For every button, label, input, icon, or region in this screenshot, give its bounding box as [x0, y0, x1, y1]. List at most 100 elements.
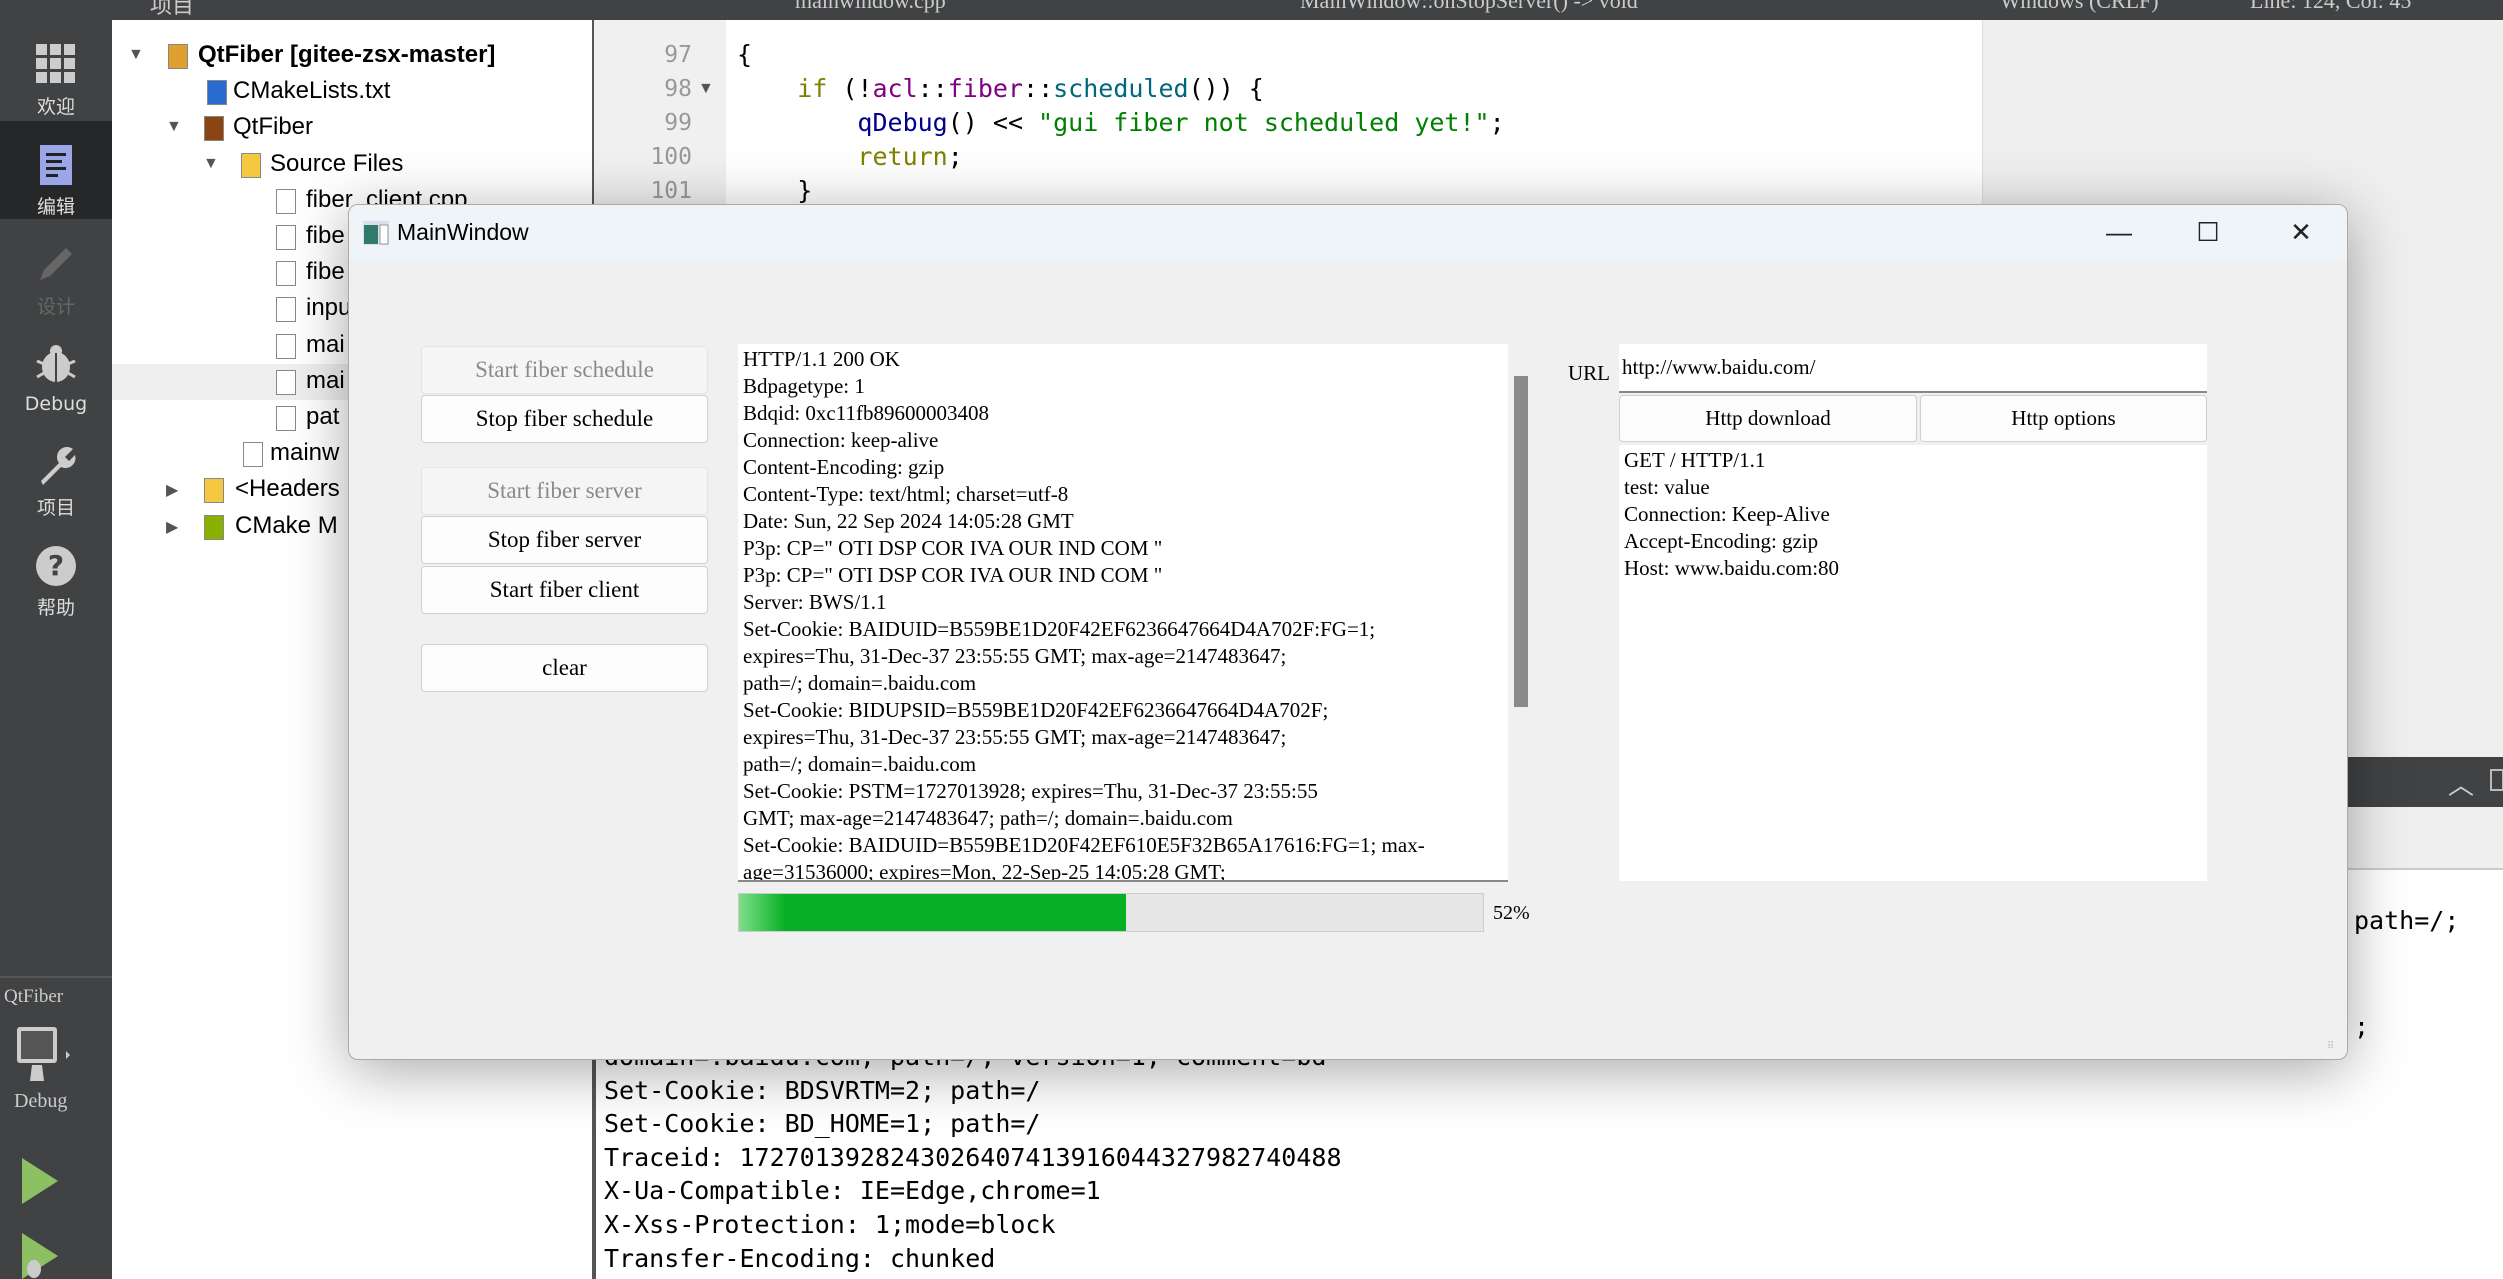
progress-label: 52% [1493, 902, 1530, 924]
debug-run-icon[interactable] [22, 1233, 62, 1279]
response-line: P3p: CP=" OTI DSP COR IVA OUR IND COM " [743, 563, 1163, 587]
folder-icon [241, 152, 261, 178]
code-line: qDebug() << "gui fiber not scheduled yet… [857, 108, 1505, 137]
request-line: Host: www.baidu.com:80 [1624, 556, 1840, 580]
sidebar-divider [0, 976, 112, 978]
output-right-fragments: path=/; ; [2354, 870, 2503, 1070]
collapse-arrow-icon[interactable]: ▶ [166, 480, 178, 500]
request-line: GET / HTTP/1.1 [1624, 448, 1766, 472]
http-download-button[interactable]: Http download [1619, 395, 1917, 442]
expand-arrow-icon[interactable]: ▼ [166, 118, 182, 136]
tree-item-label: CMakeLists.txt [233, 77, 391, 105]
output-line: X-Ua-Compatible: IE=Edge,chrome=1 [604, 1176, 1101, 1206]
minimize-button[interactable]: — [2099, 217, 2139, 249]
output-line: Transfer-Encoding: chunked [604, 1243, 996, 1273]
stop-fiber-schedule-button[interactable]: Stop fiber schedule [421, 395, 708, 443]
project-combo[interactable]: 项目 [150, 0, 194, 20]
tree-item[interactable]: CMakeLists.txt [112, 74, 592, 110]
response-line: Date: Sun, 22 Sep 2024 14:05:28 GMT [743, 509, 1074, 533]
clear-button[interactable]: clear [421, 644, 708, 692]
editor-toolbar: 项目 mainwindow.cpp MainWindow::onStopServ… [0, 0, 2503, 20]
url-input[interactable] [1619, 344, 2207, 393]
kit-selector[interactable]: Debug [0, 1020, 112, 1120]
wrench-icon [41, 447, 76, 485]
sidebar-label: 项目 [36, 497, 75, 519]
tree-item-label: fibe [306, 222, 345, 249]
download-progress-bar [738, 893, 1484, 932]
scrollbar-thumb[interactable] [1514, 376, 1528, 707]
panel-toggle-icon[interactable] [2490, 769, 2503, 791]
resize-grip-icon[interactable]: ⠿ [2327, 1041, 2339, 1053]
progress-fill [739, 894, 1126, 931]
file-combo[interactable]: mainwindow.cpp [795, 0, 946, 14]
file-icon [276, 369, 296, 395]
sidebar-item-help[interactable]: ? 帮助 [0, 535, 112, 625]
tree-item-label: mai [306, 330, 345, 358]
main-window: MainWindow — ☐ ✕ Start fiber schedule St… [348, 204, 2348, 1060]
edit-doc-icon [40, 145, 72, 185]
response-line: GMT; max-age=2147483647; path=/; domain=… [743, 806, 1233, 830]
http-options-button[interactable]: Http options [1920, 395, 2207, 442]
tree-item-label: inpu [306, 294, 352, 322]
start-fiber-client-button[interactable]: Start fiber client [421, 566, 708, 614]
line-number: 100 [650, 144, 692, 170]
window-title: MainWindow [397, 219, 529, 245]
sidebar-label: 编辑 [36, 196, 75, 218]
stop-fiber-server-button[interactable]: Stop fiber server [421, 516, 708, 564]
response-text-area[interactable]: HTTP/1.1 200 OK Bdpagetype: 1 Bdqid: 0xc11… [738, 344, 1508, 882]
output-fragment: ; [2354, 1012, 2370, 1041]
collapse-arrow-icon[interactable]: ▶ [166, 517, 178, 537]
sidebar-label: Debug [24, 393, 88, 415]
code-line: { [737, 40, 753, 69]
grid-icon [36, 44, 75, 83]
sidebar-item-edit[interactable]: 编辑 [0, 121, 112, 219]
response-line: Bdpagetype: 1 [743, 374, 865, 398]
start-fiber-schedule-button[interactable]: Start fiber schedule [421, 346, 708, 394]
monitor-icon [17, 1027, 70, 1081]
sidebar-item-projects[interactable]: 项目 [0, 435, 112, 525]
output-line: Set-Cookie: BDSVRTM=2; path=/ [604, 1075, 1041, 1105]
request-text-area[interactable]: GET / HTTP/1.1 test: value Connection: Kee… [1619, 445, 2207, 881]
sidebar-item-welcome[interactable]: 欢迎 [0, 26, 112, 118]
sidebar-item-debug[interactable]: Debug [0, 330, 112, 425]
response-line: path=/; domain=.baidu.com [743, 752, 977, 776]
symbol-combo[interactable]: MainWindow::onStopServer() -> void [1300, 0, 1638, 14]
tree-item-label: <Headers [235, 475, 340, 503]
app-icon [363, 221, 389, 245]
close-button[interactable]: ✕ [2281, 217, 2321, 249]
mode-sidebar: 欢迎 编辑 设计 Debug 项目 ? 帮助 QtFiber Debug [0, 0, 112, 1279]
line-ending-combo[interactable]: Windows (CRLF) [2000, 0, 2159, 14]
start-fiber-server-button[interactable]: Start fiber server [421, 467, 708, 515]
output-line: Set-Cookie: BD_HOME=1; path=/ [604, 1109, 1041, 1139]
sidebar-item-design[interactable]: 设计 [0, 230, 112, 325]
fold-arrow-icon[interactable]: ▼ [698, 80, 714, 98]
expand-arrow-icon[interactable]: ▼ [203, 155, 219, 173]
line-number: 97 [664, 42, 692, 68]
help-icon: ? [36, 546, 76, 586]
file-icon [276, 333, 296, 359]
tree-item[interactable]: ▼ QtFiber [gitee-zsx-master] [112, 38, 592, 74]
tree-item[interactable]: ▼ QtFiber [112, 110, 592, 146]
file-icon [276, 188, 296, 214]
tree-item-label: QtFiber [233, 113, 314, 141]
kit-build-label: Debug [14, 1090, 68, 1112]
cmake-icon [207, 80, 227, 106]
response-line: expires=Thu, 31-Dec-37 23:55:55 GMT; max… [743, 644, 1287, 668]
chevron-up-icon[interactable]: ︿ [2448, 765, 2474, 802]
title-bar[interactable]: MainWindow — ☐ ✕ [349, 205, 2347, 261]
tree-item-label: Source Files [270, 149, 404, 177]
kit-project-label: QtFiber [4, 986, 64, 1007]
maximize-button[interactable]: ☐ [2188, 217, 2228, 249]
response-line: HTTP/1.1 200 OK [743, 347, 900, 371]
line-number: 99 [664, 110, 692, 136]
run-icon[interactable] [22, 1158, 62, 1204]
tree-item-label: QtFiber [gitee-zsx-master] [198, 41, 496, 68]
tree-item-label: pat [306, 403, 340, 430]
code-line: return; [857, 142, 963, 171]
tree-item[interactable]: ▼ Source Files [112, 147, 592, 183]
file-icon [276, 225, 296, 250]
tree-item-label: fibe [306, 258, 345, 286]
response-scrollbar[interactable] [1508, 344, 1534, 882]
expand-arrow-icon[interactable]: ▼ [128, 46, 144, 64]
url-label: URL [1568, 361, 1610, 385]
